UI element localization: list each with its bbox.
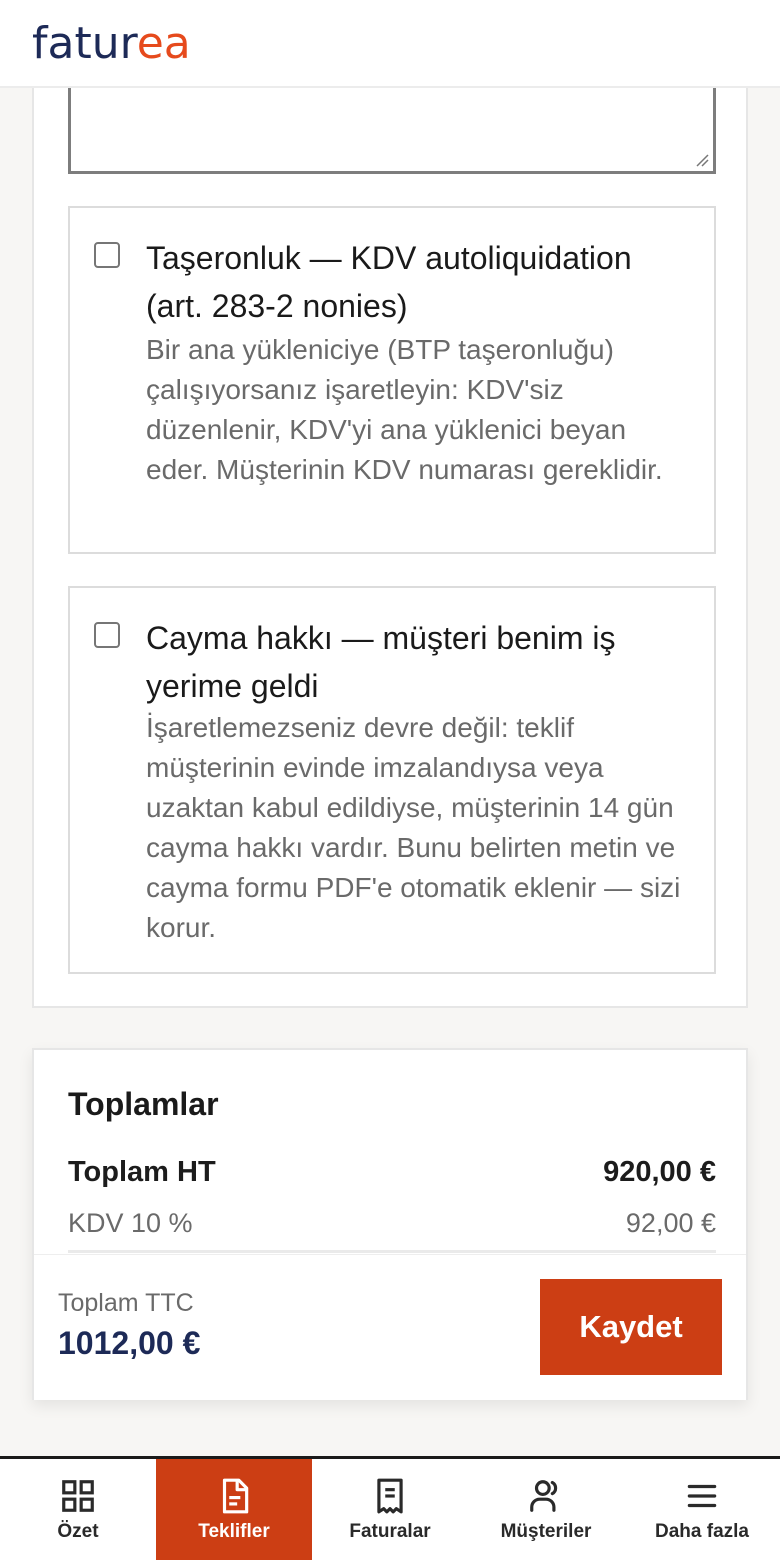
bottom-navigation: Özet Teklifler Faturalar Müşteriler Daha… (0, 1456, 780, 1560)
menu-icon (687, 1484, 717, 1507)
grid-icon (62, 1479, 94, 1512)
total-ht-row: Toplam HT 920,00 € (68, 1156, 716, 1189)
save-button[interactable]: Kaydet (540, 1279, 722, 1375)
nav-label: Daha fazla (655, 1520, 749, 1542)
nav-item-quotes[interactable]: Teklifler (156, 1459, 312, 1560)
total-ht-label: Toplam HT (68, 1156, 216, 1188)
resize-grip-icon[interactable] (695, 153, 709, 167)
kdv-value: 92,00 € (625, 1208, 716, 1238)
nav-item-customers[interactable]: Müşteriler (468, 1459, 624, 1560)
users-icon (530, 1479, 558, 1512)
notes-textarea[interactable] (68, 88, 716, 174)
divider (68, 1250, 716, 1253)
receipt-icon (377, 1478, 403, 1513)
withdrawal-checkbox[interactable] (94, 622, 120, 648)
option-subcontracting[interactable]: Taşeronluk — KDV autoliquidation (art. 2… (68, 206, 716, 554)
kdv-row: KDV 10 % 92,00 € (68, 1208, 716, 1239)
nav-label: Faturalar (349, 1520, 431, 1542)
option-description: Bir ana yükleniciye (BTP taşeronluğu) ça… (146, 334, 663, 485)
option-withdrawal-right[interactable]: Cayma hakkı — müşteri benim iş yerime ge… (68, 586, 716, 974)
total-ttc-label: Toplam TTC (58, 1289, 194, 1317)
sticky-total-bar: Toplam TTC 1012,00 € Kaydet (34, 1254, 746, 1400)
logo-text-part1: fatur (32, 17, 137, 69)
app-header: faturea (0, 0, 780, 88)
nav-label: Teklifler (198, 1520, 270, 1542)
nav-label: Özet (57, 1520, 99, 1542)
document-icon (222, 1478, 249, 1513)
option-title: Taşeronluk — KDV autoliquidation (art. 2… (146, 240, 632, 324)
total-ttc-value: 1012,00 € (58, 1325, 201, 1361)
logo-text-part2: ea (136, 17, 191, 69)
totals-heading: Toplamlar (68, 1086, 219, 1122)
nav-label: Müşteriler (500, 1520, 592, 1542)
faturea-logo[interactable]: faturea (32, 18, 191, 69)
total-ht-value: 920,00 € (603, 1156, 716, 1188)
nav-item-overview[interactable]: Özet (0, 1459, 156, 1560)
options-card: Taşeronluk — KDV autoliquidation (art. 2… (32, 88, 748, 1008)
nav-item-invoices[interactable]: Faturalar (312, 1459, 468, 1560)
nav-item-more[interactable]: Daha fazla (624, 1459, 780, 1560)
option-title: Cayma hakkı — müşteri benim iş yerime ge… (146, 620, 616, 704)
option-description: İşaretlemezseniz devre değil: teklif müş… (146, 712, 681, 943)
totals-card: Toplamlar Toplam HT 920,00 € KDV 10 % 92… (32, 1048, 748, 1400)
kdv-label: KDV 10 % (68, 1208, 193, 1238)
subcontracting-checkbox[interactable] (94, 242, 120, 268)
